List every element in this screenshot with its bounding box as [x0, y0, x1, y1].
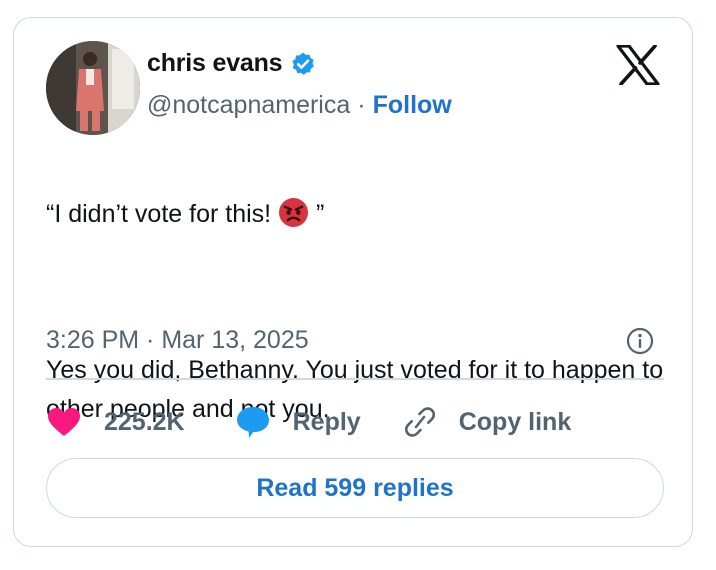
heart-icon: [48, 408, 80, 436]
reply-button[interactable]: Reply: [235, 405, 361, 439]
tweet-quote-prefix: “I didn’t vote for this!: [46, 200, 279, 228]
reply-label: Reply: [292, 407, 361, 436]
speech-bubble-icon: [236, 407, 269, 438]
action-bar: 225.2K Reply Copy link: [46, 402, 571, 442]
copy-link-label: Copy link: [458, 407, 572, 436]
avatar[interactable]: [46, 41, 140, 135]
link-icon: [404, 407, 435, 437]
copy-link-button[interactable]: Copy link: [401, 405, 572, 439]
like-button[interactable]: 225.2K: [46, 406, 185, 438]
separator-dot: ·: [357, 91, 366, 119]
like-count: 225.2K: [104, 407, 185, 436]
angry-face-emoji-icon: [279, 197, 309, 228]
author-handle[interactable]: @notcapnamerica: [147, 91, 350, 120]
tweet-quote-line: “I didn’t vote for this! ”: [46, 195, 666, 234]
avatar-photo: [46, 41, 140, 135]
tweet-quote-suffix: ”: [309, 200, 325, 228]
info-icon[interactable]: [625, 326, 655, 356]
divider: [46, 378, 664, 380]
tweet-timestamp[interactable]: 3:26 PM · Mar 13, 2025: [46, 326, 309, 355]
author-name[interactable]: chris evans: [147, 49, 283, 78]
x-logo-icon[interactable]: [616, 45, 660, 85]
follow-button[interactable]: Follow: [373, 91, 452, 120]
verified-badge-icon: [292, 52, 315, 75]
tweet-card: chris evans @notcapnamerica · Follow “I …: [13, 17, 693, 547]
read-replies-button[interactable]: Read 599 replies: [46, 458, 664, 518]
